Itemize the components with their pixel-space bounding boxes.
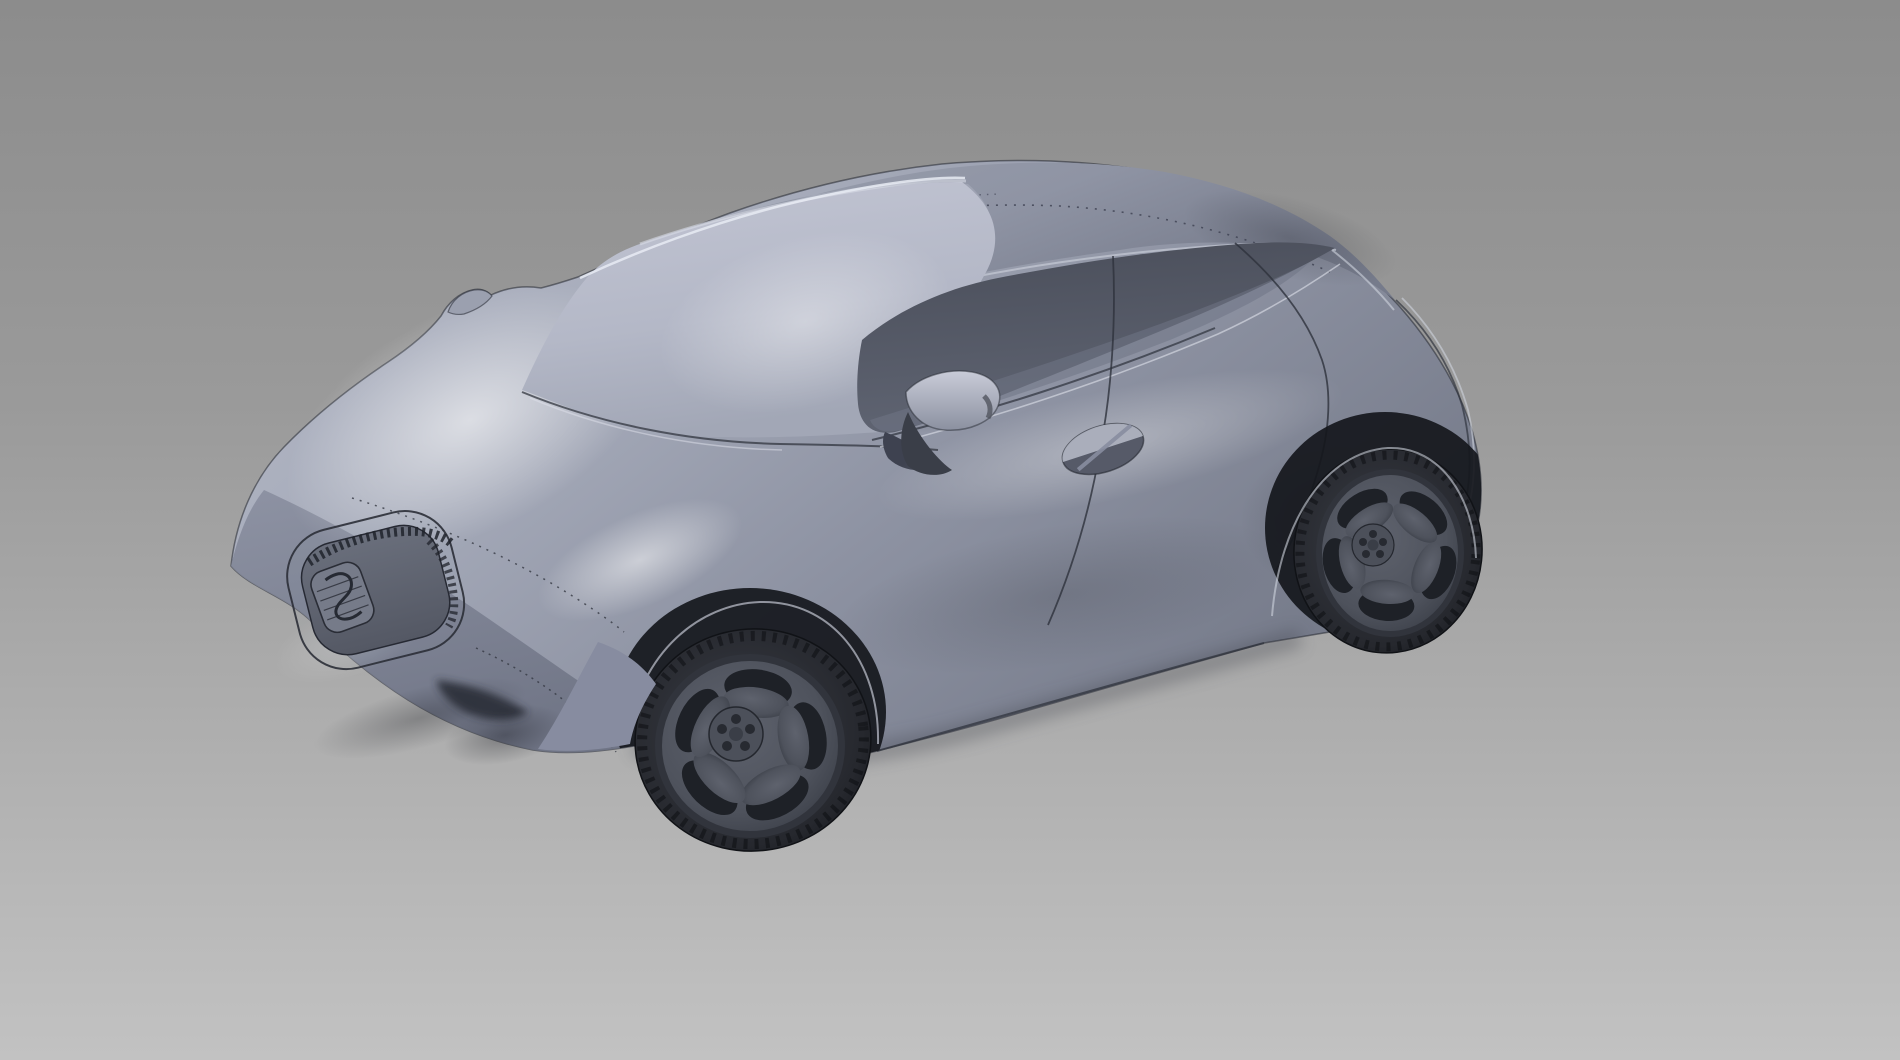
car-render [0, 0, 1900, 1060]
front-hub [709, 707, 763, 761]
render-viewport: SEAT concept hatchback 3D model [0, 0, 1900, 1060]
rear-hub [1352, 524, 1394, 566]
